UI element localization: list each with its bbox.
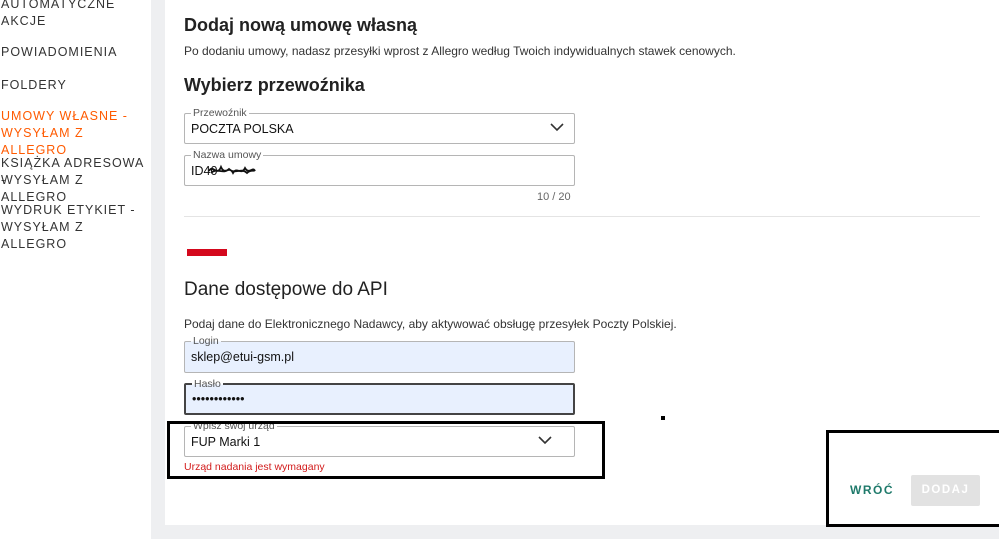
redaction-scribble — [208, 164, 256, 175]
sidebar-item-folders[interactable]: FOLDERY — [1, 77, 67, 94]
poczta-polska-logo — [187, 249, 227, 256]
password-label: Hasło — [192, 378, 223, 390]
section-divider — [184, 216, 980, 217]
add-contract-title: Dodaj nową umowę własną — [184, 15, 418, 35]
sidebar-item-own-contracts[interactable]: UMOWY WŁASNE - — [1, 108, 128, 125]
sidebar: AUTOMATYCZNE AKCJE POWIADOMIENIA FOLDERY… — [0, 0, 151, 539]
api-title: Dane dostępowe do API — [184, 279, 388, 300]
login-value: sklep@etui-gsm.pl — [191, 350, 295, 364]
chevron-down-icon[interactable] — [550, 122, 564, 132]
carrier-select[interactable]: Przewoźnik POCZTA POLSKA — [184, 107, 575, 144]
sidebar-item-automatic-actions-line2[interactable]: AKCJE — [1, 13, 46, 30]
annotation-box-office — [167, 421, 605, 479]
carrier-title: Wybierz przewoźnika — [184, 75, 365, 95]
login-label: Login — [191, 335, 221, 347]
sidebar-item-label-print[interactable]: WYDRUK ETYKIET - — [1, 202, 136, 219]
sidebar-item-automatic-actions[interactable]: AUTOMATYCZNE — [1, 0, 115, 13]
annotation-dot — [661, 416, 665, 420]
sidebar-item-notifications[interactable]: POWIADOMIENIA — [1, 44, 117, 61]
contract-name-counter: 10 / 20 — [537, 191, 571, 203]
back-button[interactable]: WRÓĆ — [850, 483, 894, 497]
password-value: •••••••••••• — [192, 392, 245, 406]
password-input[interactable]: Hasło •••••••••••• — [184, 378, 575, 415]
contract-name-label: Nazwa umowy — [191, 149, 264, 161]
bottom-band — [151, 525, 999, 539]
add-button[interactable]: DODAJ — [911, 475, 980, 506]
carrier-value: POCZTA POLSKA — [191, 122, 294, 136]
sidebar-item-address-book-line2[interactable]: WYSYŁAM Z ALLEGRO — [1, 172, 151, 206]
content-gutter — [151, 0, 165, 539]
sidebar-item-label-print-line2[interactable]: WYSYŁAM Z ALLEGRO — [1, 219, 151, 253]
add-contract-description: Po dodaniu umowy, nadasz przesyłki wpros… — [184, 44, 736, 58]
api-description: Podaj dane do Elektronicznego Nadawcy, a… — [184, 317, 677, 331]
sidebar-item-own-contracts-line2[interactable]: WYSYŁAM Z ALLEGRO — [1, 125, 151, 159]
carrier-label: Przewoźnik — [191, 107, 249, 119]
login-input[interactable]: Login sklep@etui-gsm.pl — [184, 335, 575, 373]
